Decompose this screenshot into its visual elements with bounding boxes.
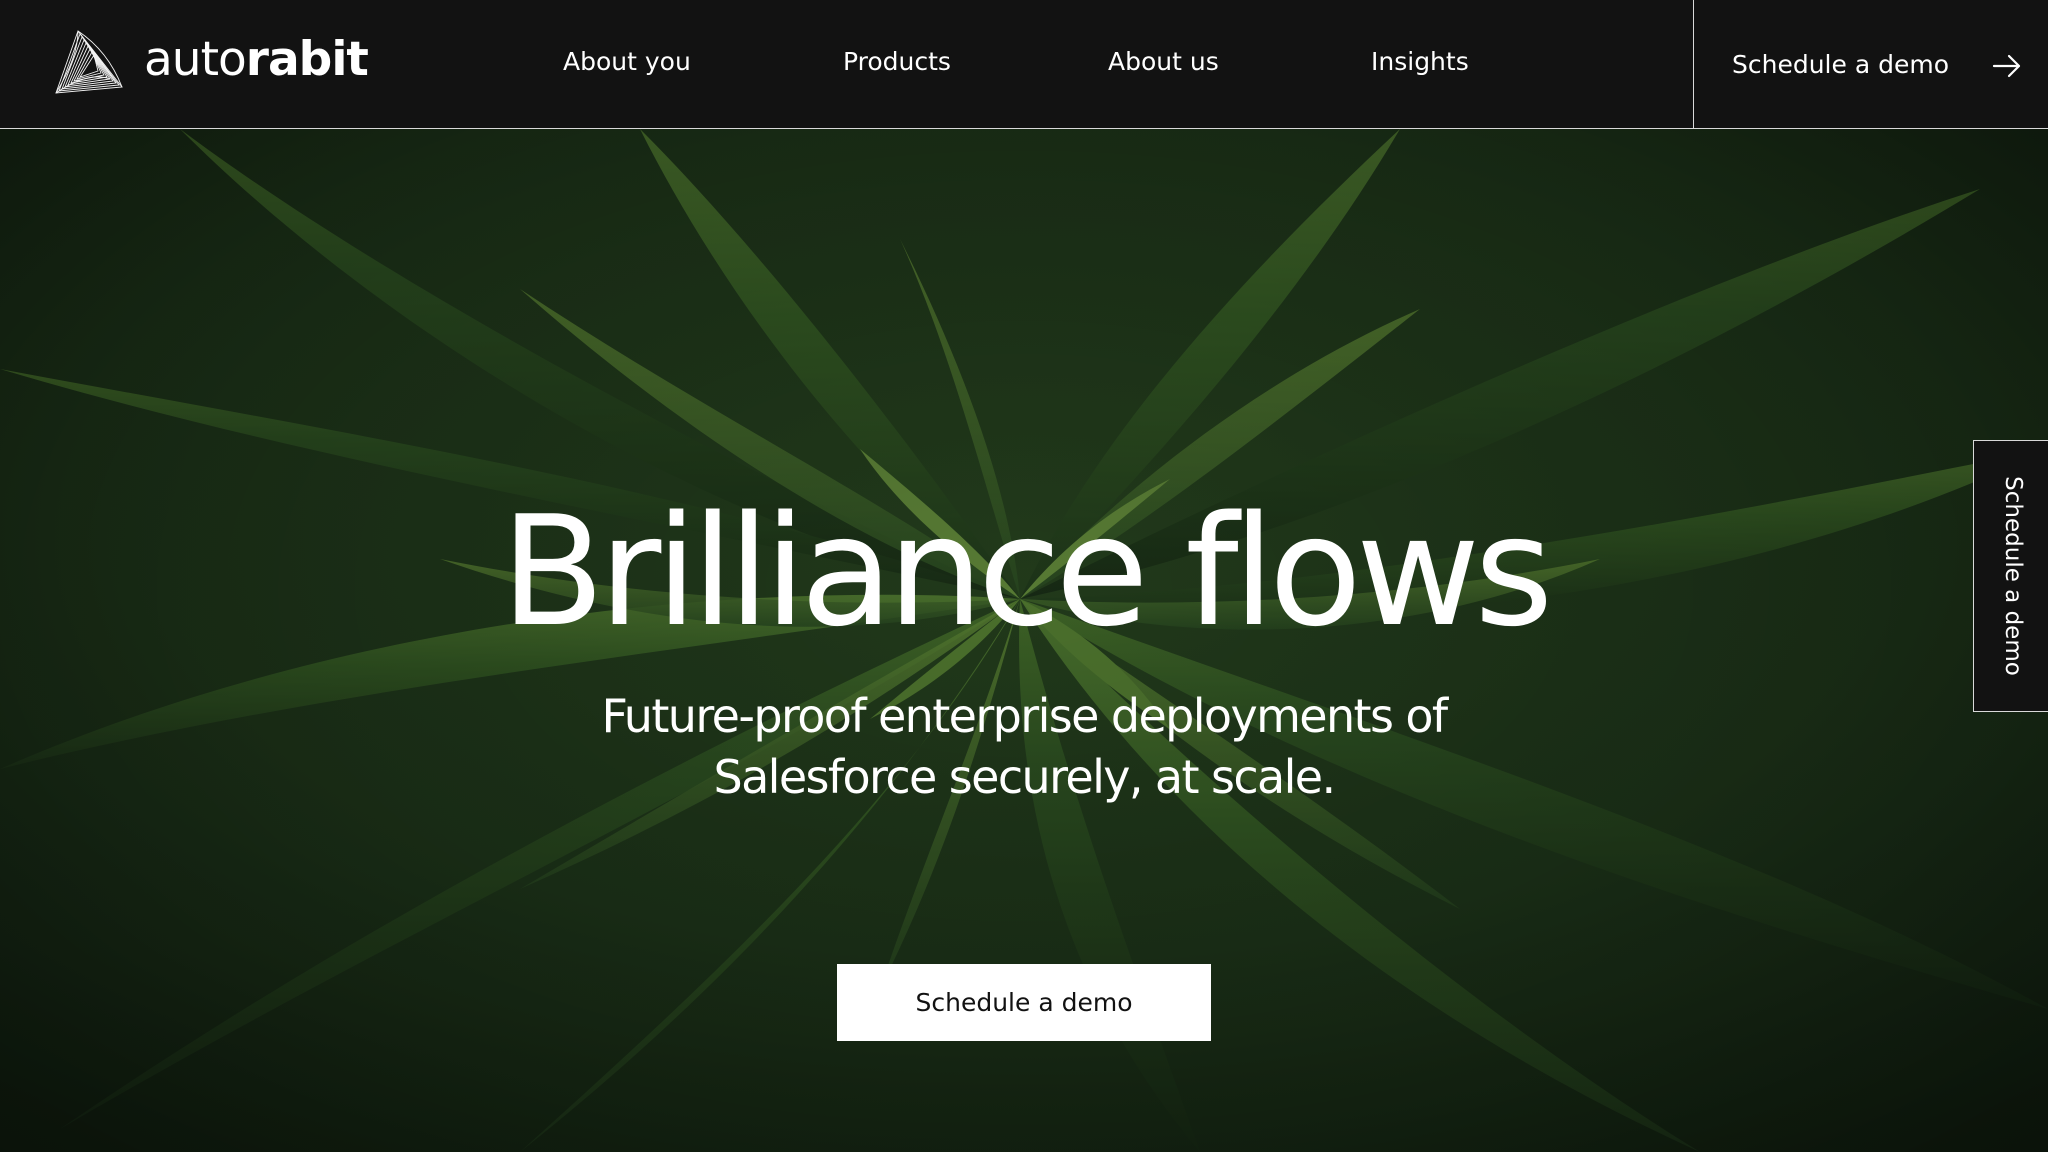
hero-subtitle: Future-proof enterprise deployments of S… <box>524 686 1524 808</box>
nav-about-us[interactable]: About us <box>1108 0 1219 128</box>
nav-insights[interactable]: Insights <box>1371 0 1469 128</box>
brand-name-bold: rabit <box>245 31 369 87</box>
brand-name-light: auto <box>144 31 247 87</box>
arrow-right-icon <box>1992 54 2021 78</box>
nav-about-you[interactable]: About you <box>563 0 691 128</box>
hero-title: Brilliance flows <box>500 483 1554 660</box>
hero-schedule-demo-button[interactable]: Schedule a demo <box>837 964 1211 1041</box>
hero-section: Brilliance flows Future-proof enterprise… <box>0 129 2048 1152</box>
nav-products[interactable]: Products <box>843 0 951 128</box>
page: autorabit About you Products About us In… <box>0 0 2048 1152</box>
hero-subtitle-line-1: Future-proof enterprise deployments of <box>601 689 1448 743</box>
side-tab-label: Schedule a demo <box>1999 476 2026 676</box>
header-schedule-demo-label: Schedule a demo <box>1732 49 1949 79</box>
header-schedule-demo-button[interactable]: Schedule a demo <box>1693 0 2048 128</box>
hero-subtitle-line-2: Salesforce securely, at scale. <box>713 750 1336 804</box>
side-schedule-demo-tab[interactable]: Schedule a demo <box>1973 440 2048 712</box>
brand-wordmark: autorabit <box>144 36 369 83</box>
autorabit-logo[interactable]: autorabit <box>48 26 369 100</box>
site-header: autorabit About you Products About us In… <box>0 0 2048 129</box>
logo-mark-icon <box>55 30 123 94</box>
